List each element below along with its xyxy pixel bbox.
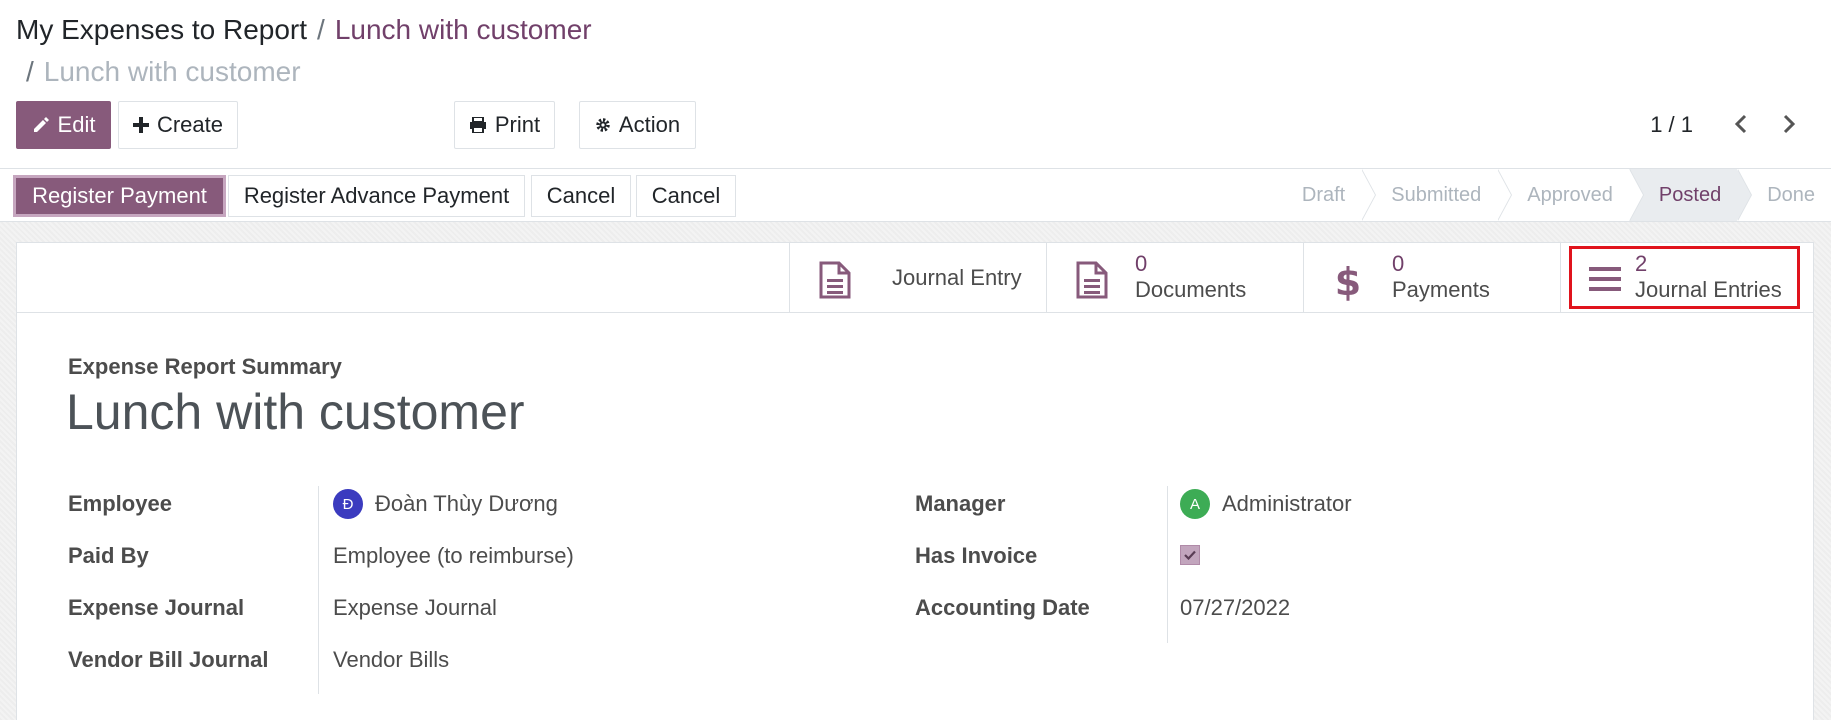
print-label: Print	[494, 112, 541, 137]
manager-field[interactable]: A Administrator	[1180, 489, 1352, 519]
payments-text: 0 Payments	[1392, 251, 1490, 303]
list-icon	[1589, 267, 1621, 291]
expense-journal-label: Expense Journal	[68, 595, 245, 620]
check-icon	[1184, 550, 1196, 560]
has-invoice-checkbox[interactable]	[1180, 545, 1200, 565]
cancel-report-button[interactable]: Cancel	[636, 175, 736, 217]
breadcrumb-current-line: / Lunch with customer	[26, 54, 301, 90]
cancel-button[interactable]: Cancel	[531, 175, 631, 217]
employee-label: Employee	[68, 491, 172, 516]
form-subtitle: Expense Report Summary	[68, 354, 342, 379]
register-payment-button[interactable]: Register Payment	[13, 175, 226, 217]
avatar: A	[1180, 489, 1210, 519]
has-invoice-label: Has Invoice	[915, 543, 1038, 568]
print-button[interactable]: Print	[454, 101, 555, 149]
vendor-bill-journal-value[interactable]: Vendor Bills	[333, 647, 449, 673]
edit-label: Edit	[57, 112, 96, 137]
payments-count: 0	[1392, 251, 1405, 276]
field-divider-right	[1167, 486, 1168, 643]
documents-label: Documents	[1135, 277, 1247, 302]
edit-button[interactable]: Edit	[16, 101, 111, 149]
breadcrumb-root[interactable]: My Expenses to Report	[16, 14, 307, 45]
documents-smart-button[interactable]: 0 Documents	[1046, 243, 1303, 312]
dollar-icon: $	[1336, 261, 1360, 301]
expense-journal-value[interactable]: Expense Journal	[333, 595, 497, 621]
journal-entries-count: 2	[1635, 251, 1648, 276]
form-sheet: Journal Entry 0 Documents $ 0 Payments 2…	[16, 242, 1814, 720]
breadcrumb-separator: /	[26, 56, 34, 87]
documents-text: 0 Documents	[1135, 251, 1246, 303]
stage-posted[interactable]: Posted	[1628, 169, 1753, 221]
paid-by-value: Employee (to reimburse)	[333, 543, 574, 568]
employee-field[interactable]: Đ Đoàn Thùy Dương	[333, 489, 558, 519]
gear-icon	[596, 118, 610, 132]
breadcrumb-separator: /	[317, 14, 325, 45]
status-stages: Draft Submitted Approved Posted Done	[1272, 169, 1831, 221]
register-advance-payment-button[interactable]: Register Advance Payment	[228, 175, 525, 217]
breadcrumb-parent[interactable]: Lunch with customer	[335, 14, 592, 45]
employee-value[interactable]: Đoàn Thùy Dương	[375, 491, 558, 517]
create-button[interactable]: Create	[118, 101, 238, 149]
payments-label: Payments	[1392, 277, 1490, 302]
control-panel: My Expenses to Report / Lunch with custome…	[0, 0, 1831, 168]
manager-label: Manager	[915, 491, 1006, 516]
statusbar: Register Payment Register Advance Paymen…	[0, 168, 1831, 222]
accounting-date-value[interactable]: 07/27/2022	[1180, 595, 1290, 621]
vendor-bill-journal-label: Vendor Bill Journal	[68, 647, 269, 672]
journal-entries-label: Journal Entries	[1635, 277, 1782, 302]
payments-smart-button[interactable]: $ 0 Payments	[1303, 243, 1560, 312]
chevron-right-icon[interactable]	[1776, 112, 1800, 136]
checkbox[interactable]	[1180, 545, 1200, 565]
paid-by-label: Paid By	[68, 543, 149, 568]
accounting-date-label: Accounting Date	[915, 595, 1090, 620]
breadcrumb-current: Lunch with customer	[43, 56, 301, 87]
journal-entries-text: 2 Journal Entries	[1635, 251, 1782, 303]
printer-icon	[469, 117, 486, 133]
action-label: Action	[618, 112, 681, 137]
stage-draft[interactable]: Draft	[1272, 169, 1377, 221]
page-title[interactable]: Lunch with customer	[66, 380, 525, 444]
pager-value[interactable]: 1 / 1	[1650, 112, 1693, 138]
create-label: Create	[156, 112, 224, 137]
document-icon	[1076, 261, 1108, 299]
stage-approved[interactable]: Approved	[1497, 169, 1644, 221]
field-divider-left	[318, 486, 319, 694]
journal-entry-smart-button[interactable]: Journal Entry	[789, 243, 1046, 312]
document-icon	[819, 261, 851, 299]
plus-icon	[132, 117, 149, 133]
journal-entry-label: Journal Entry	[892, 265, 1022, 290]
svg-text:$: $	[1336, 261, 1360, 301]
avatar: Đ	[333, 489, 363, 519]
chevron-left-icon[interactable]	[1730, 112, 1754, 136]
action-button[interactable]: Action	[579, 101, 696, 149]
stage-submitted[interactable]: Submitted	[1361, 169, 1513, 221]
smart-buttons-row: Journal Entry 0 Documents $ 0 Payments 2…	[17, 243, 1813, 313]
manager-value[interactable]: Administrator	[1222, 491, 1352, 517]
documents-count: 0	[1135, 251, 1148, 276]
pencil-icon	[33, 117, 49, 132]
journal-entries-smart-button[interactable]: 2 Journal Entries	[1560, 243, 1813, 312]
breadcrumb: My Expenses to Report / Lunch with custome…	[16, 12, 592, 48]
